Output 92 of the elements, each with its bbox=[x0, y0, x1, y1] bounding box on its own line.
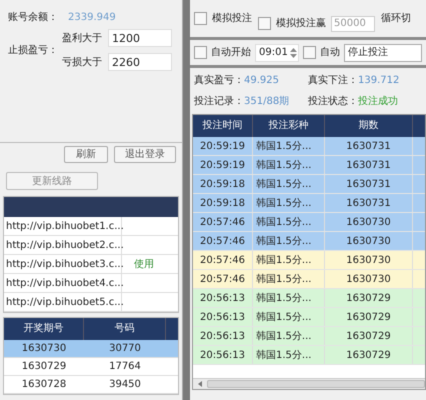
checkbox-label: 模拟投注 bbox=[212, 12, 252, 26]
bet-row[interactable]: 20:57:46 韩国1.5分... 1630730 bbox=[193, 251, 425, 270]
table-cell-text: 1630730 bbox=[20, 342, 68, 356]
bet-row[interactable]: 20:56:13 韩国1.5分... 1630729 bbox=[193, 308, 425, 327]
route-url: http://vip.bihuobet3.c... bbox=[4, 255, 122, 273]
table-cell: 1630731 bbox=[325, 194, 413, 212]
table-cell: 韩国1.5分... bbox=[253, 137, 325, 155]
checkbox[interactable] bbox=[194, 46, 207, 59]
table-cell-text: 1630729 bbox=[20, 360, 68, 374]
table-cell: 韩国1.5分... bbox=[253, 175, 325, 193]
stat-value: 139.712 bbox=[358, 74, 400, 88]
bet-row[interactable]: 20:56:13 韩国1.5分... 1630729 bbox=[193, 346, 425, 365]
time-spinner[interactable]: 09:01 bbox=[255, 44, 299, 62]
stat-label: 投注记录： bbox=[194, 94, 244, 109]
table-cell: 1630730 bbox=[325, 232, 413, 250]
table-cell: 1630729 bbox=[325, 308, 413, 326]
table-cell-text: 1630728 bbox=[20, 378, 68, 392]
table-cell: 1630731 bbox=[325, 175, 413, 193]
table-cell: 20:59:19 bbox=[193, 156, 253, 174]
table-cell: 1630730 bbox=[325, 270, 413, 288]
table-cell: 20:56:13 bbox=[193, 308, 253, 326]
table-cell: 1630731 bbox=[325, 137, 413, 155]
balance-label: 账号余额： bbox=[8, 10, 58, 25]
stat-value: 49.925 bbox=[244, 74, 279, 88]
stat-value: 351/88期 bbox=[244, 94, 290, 109]
checkbox[interactable] bbox=[258, 17, 271, 30]
table-cell: 韩国1.5分... bbox=[253, 289, 325, 307]
table-cell: 20:56:13 bbox=[193, 327, 253, 345]
route-url: http://vip.bihuobet4.c... bbox=[4, 274, 122, 292]
table-cell: 1630729 bbox=[325, 346, 413, 364]
scroll-left-icon[interactable] bbox=[196, 380, 204, 388]
balance-value: 2339.949 bbox=[68, 11, 116, 25]
table-cell-text: 39450 bbox=[108, 378, 142, 392]
table-cell: 20:56:13 bbox=[193, 346, 253, 364]
bet-row[interactable]: 20:59:19 韩国1.5分... 1630731 bbox=[193, 137, 425, 156]
route-url: http://vip.bihuobet1.c... bbox=[4, 217, 122, 235]
loss-label: 亏损大于 bbox=[62, 56, 102, 70]
table-cell: 韩国1.5分... bbox=[253, 327, 325, 345]
table-cell: 韩国1.5分... bbox=[253, 270, 325, 288]
horizontal-scrollbar[interactable] bbox=[193, 378, 425, 389]
bet-row[interactable]: 20:57:46 韩国1.5分... 1630730 bbox=[193, 232, 425, 251]
checkbox[interactable] bbox=[194, 12, 207, 25]
checkbox[interactable] bbox=[303, 46, 316, 59]
profit-field[interactable]: 1200 bbox=[108, 29, 172, 47]
checkbox-label: 自动 bbox=[320, 46, 340, 60]
cycle-label: 循环切 bbox=[381, 12, 411, 26]
table-cell: 韩国1.5分... bbox=[253, 346, 325, 364]
bet-row[interactable]: 20:59:18 韩国1.5分... 1630731 bbox=[193, 175, 425, 194]
table-cell: 20:57:46 bbox=[193, 213, 253, 231]
profit-label: 盈利大于 bbox=[62, 32, 102, 46]
table-cell: 20:59:18 bbox=[193, 194, 253, 212]
table-cell: 20:56:13 bbox=[193, 289, 253, 307]
stop-loss-label: 止损盈亏： bbox=[8, 44, 58, 58]
bet-row[interactable]: 20:57:46 韩国1.5分... 1630730 bbox=[193, 213, 425, 232]
draw-row[interactable]: 1630730 30770 bbox=[4, 340, 178, 358]
table-cell: 韩国1.5分... bbox=[253, 213, 325, 231]
table-cell: 韩国1.5分... bbox=[253, 194, 325, 212]
table-cell-text: 30770 bbox=[108, 342, 142, 356]
table-cell: 20:57:46 bbox=[193, 232, 253, 250]
table-cell: 1630730 bbox=[325, 251, 413, 269]
table-cell: 韩国1.5分... bbox=[253, 156, 325, 174]
stat-label: 真实下注： bbox=[308, 74, 358, 88]
mode-dropdown[interactable]: 停止投注 bbox=[344, 44, 422, 62]
bet-row[interactable]: 20:56:13 韩国1.5分... 1630729 bbox=[193, 289, 425, 308]
bet-row[interactable]: 20:56:13 韩国1.5分... 1630729 bbox=[193, 327, 425, 346]
refresh-button[interactable]: 刷新 bbox=[64, 146, 108, 163]
route-url: http://vip.bihuobet5.c... bbox=[4, 293, 122, 311]
table-cell: 20:59:18 bbox=[193, 175, 253, 193]
table-cell: 韩国1.5分... bbox=[253, 251, 325, 269]
table-cell: 20:59:19 bbox=[193, 137, 253, 155]
checkbox-label: 自动开始 bbox=[211, 46, 251, 60]
stat-label: 投注状态： bbox=[308, 94, 358, 109]
bet-row[interactable]: 20:59:19 韩国1.5分... 1630731 bbox=[193, 156, 425, 175]
route-url: http://vip.bihuobet2.c... bbox=[4, 236, 122, 254]
table-cell: 1630730 bbox=[325, 213, 413, 231]
bet-row[interactable]: 20:59:18 韩国1.5分... 1630731 bbox=[193, 194, 425, 213]
checkbox-label: 模拟投注赢 bbox=[276, 16, 326, 31]
table-cell: 20:57:46 bbox=[193, 251, 253, 269]
bet-row[interactable]: 20:57:46 韩国1.5分... 1630730 bbox=[193, 270, 425, 289]
stat-label: 真实盈亏： bbox=[194, 74, 244, 88]
table-cell: 1630731 bbox=[325, 156, 413, 174]
table-cell: 韩国1.5分... bbox=[253, 232, 325, 250]
route-status: 使用 bbox=[133, 258, 155, 272]
loss-field[interactable]: 2260 bbox=[108, 53, 172, 71]
table-cell: 1630729 bbox=[325, 289, 413, 307]
logout-button[interactable]: 退出登录 bbox=[114, 146, 176, 163]
table-cell: 韩国1.5分... bbox=[253, 308, 325, 326]
stat-value: 投注成功 bbox=[358, 94, 398, 109]
spinner-arrows-icon[interactable] bbox=[289, 46, 298, 60]
table-cell-text: 17764 bbox=[108, 360, 142, 374]
table-cell: 20:57:46 bbox=[193, 270, 253, 288]
table-cell: 1630729 bbox=[325, 327, 413, 345]
